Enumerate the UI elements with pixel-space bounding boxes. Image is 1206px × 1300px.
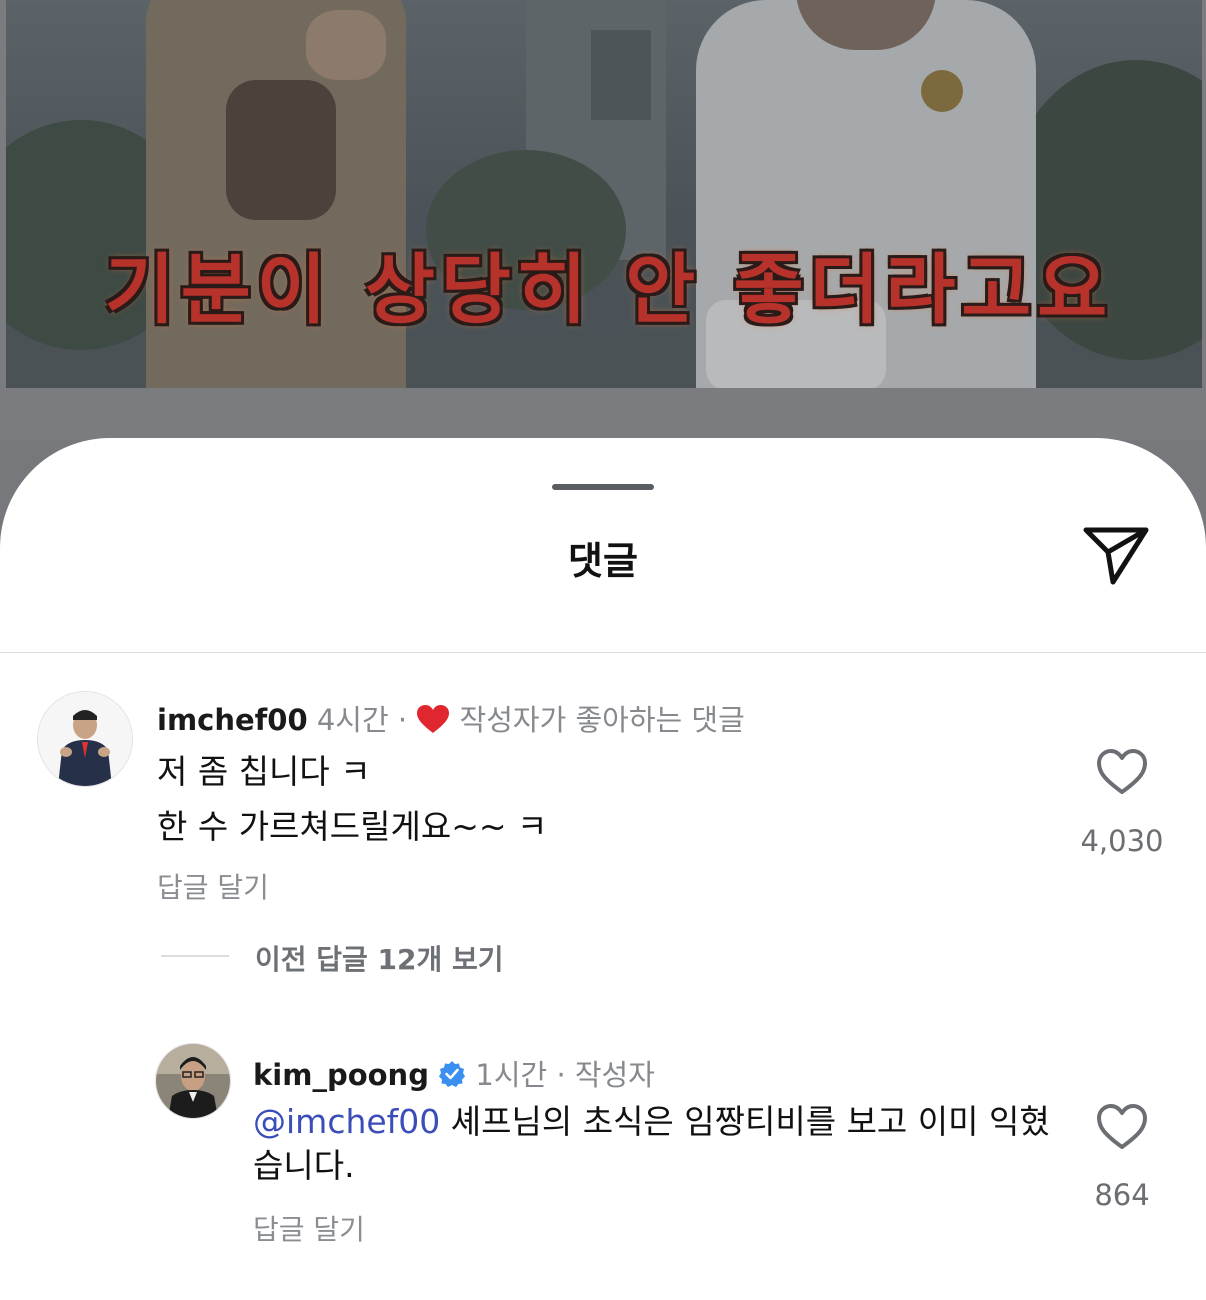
reply-button[interactable]: 답글 달기 [157,866,269,906]
chef-emblem [921,70,963,112]
avatar[interactable] [155,1043,231,1119]
video-frame: 기분이 상당히 안 좋더라고요 [6,0,1202,388]
comment-time: 4시간 [316,703,389,737]
heart-icon[interactable] [1096,1103,1148,1151]
avatar-image [156,1044,230,1118]
reply-text: @imchef00 셰프님의 초식은 임짱티비를 보고 이미 익혔습니다. [253,1100,1053,1188]
person-hands [306,10,386,80]
sheet-drag-handle[interactable] [552,484,654,490]
creator-liked-badge: 작성자가 좋아하는 댓글 [459,703,745,737]
meta-separator: · [397,703,408,737]
comment-text-line: 저 좀 칩니다 ㅋ [157,752,371,791]
avatar[interactable] [37,691,133,787]
send-icon[interactable] [1080,522,1152,588]
video-background: 기분이 상당히 안 좋더라고요 [0,0,1206,440]
video-caption: 기분이 상당히 안 좋더라고요 [104,245,1114,334]
heart-icon [417,705,450,733]
meta-separator: · [556,1058,566,1092]
reply-username[interactable]: kim_poong [253,1058,429,1092]
view-previous-replies-button[interactable]: 이전 답글 12개 보기 [255,938,504,978]
like-count: 4,030 [1080,824,1164,858]
person-scarf [226,80,336,220]
reply-button[interactable]: 답글 달기 [253,1208,365,1248]
avatar-image [38,692,132,786]
comment-username[interactable]: imchef00 [157,703,308,737]
sheet-title: 댓글 [568,539,638,583]
comment-header: imchef00 4시간 · 작성자가 좋아하는 댓글 [157,697,745,739]
mention-link[interactable]: @imchef00 [253,1102,440,1141]
replies-thread-line [161,955,229,957]
heart-icon[interactable] [1096,748,1148,796]
comment-text-line: 한 수 가르쳐드릴게요~~ ㅋ [157,807,548,846]
reply-header: kim_poong 1시간 · 작성자 [253,1052,655,1094]
reply-time: 1시간 [475,1058,548,1092]
like-count: 864 [1094,1178,1150,1212]
verified-icon [439,1061,466,1087]
author-label: 작성자 [574,1058,655,1092]
header-divider [0,652,1206,653]
background-window [591,30,651,120]
